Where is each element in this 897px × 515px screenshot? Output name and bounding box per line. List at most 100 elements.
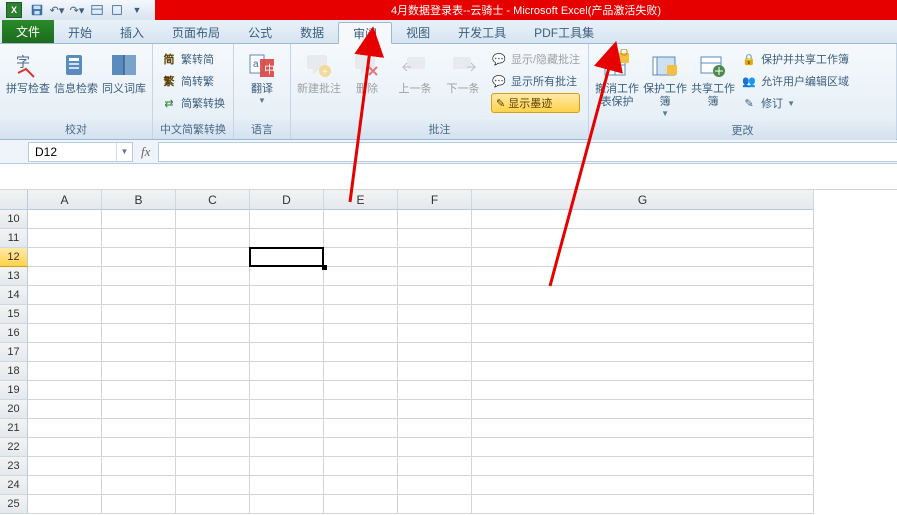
cell-F14[interactable]	[398, 286, 472, 305]
cell-A19[interactable]	[28, 381, 102, 400]
cell-A24[interactable]	[28, 476, 102, 495]
cell-E19[interactable]	[324, 381, 398, 400]
cell-C11[interactable]	[176, 229, 250, 248]
cell-C21[interactable]	[176, 419, 250, 438]
qat-extra-1[interactable]	[88, 1, 106, 19]
qat-customize[interactable]: ▼	[128, 1, 146, 19]
cells-area[interactable]	[28, 210, 897, 514]
tab-formulas[interactable]: 公式	[234, 21, 286, 43]
cell-E15[interactable]	[324, 305, 398, 324]
qat-extra-2[interactable]	[108, 1, 126, 19]
cell-A25[interactable]	[28, 495, 102, 514]
cell-B10[interactable]	[102, 210, 176, 229]
cell-G24[interactable]	[472, 476, 814, 495]
cell-C19[interactable]	[176, 381, 250, 400]
cell-B17[interactable]	[102, 343, 176, 362]
cell-D16[interactable]	[250, 324, 324, 343]
column-header-G[interactable]: G	[472, 190, 814, 210]
column-header-B[interactable]: B	[102, 190, 176, 210]
spelling-button[interactable]: 字 拼写检查	[4, 47, 52, 96]
new-comment-button[interactable]: + 新建批注	[295, 47, 343, 96]
row-header-10[interactable]: 10	[0, 210, 28, 229]
cell-F18[interactable]	[398, 362, 472, 381]
cell-E12[interactable]	[324, 248, 398, 267]
tab-review[interactable]: 审阅	[338, 22, 392, 44]
cell-G22[interactable]	[472, 438, 814, 457]
cell-G17[interactable]	[472, 343, 814, 362]
convert-button[interactable]: ⇄ 简繁转换	[161, 93, 225, 113]
cell-D23[interactable]	[250, 457, 324, 476]
tab-insert[interactable]: 插入	[106, 21, 158, 43]
cell-F20[interactable]	[398, 400, 472, 419]
cell-E18[interactable]	[324, 362, 398, 381]
cell-A22[interactable]	[28, 438, 102, 457]
cell-F21[interactable]	[398, 419, 472, 438]
cell-A18[interactable]	[28, 362, 102, 381]
cell-B20[interactable]	[102, 400, 176, 419]
cell-B24[interactable]	[102, 476, 176, 495]
cell-G19[interactable]	[472, 381, 814, 400]
row-header-22[interactable]: 22	[0, 438, 28, 457]
protect-workbook-button[interactable]: 保护工作簿 ▼	[641, 47, 689, 118]
tab-page-layout[interactable]: 页面布局	[158, 21, 234, 43]
column-header-E[interactable]: E	[324, 190, 398, 210]
cell-G15[interactable]	[472, 305, 814, 324]
thesaurus-button[interactable]: 同义词库	[100, 47, 148, 96]
cell-E14[interactable]	[324, 286, 398, 305]
cell-D10[interactable]	[250, 210, 324, 229]
name-box-dropdown[interactable]: ▼	[116, 143, 132, 161]
cell-F22[interactable]	[398, 438, 472, 457]
cell-G12[interactable]	[472, 248, 814, 267]
allow-edit-ranges-button[interactable]: 👥 允许用户编辑区域	[741, 71, 849, 91]
row-header-23[interactable]: 23	[0, 457, 28, 476]
redo-button[interactable]: ↷▾	[68, 1, 86, 19]
show-hide-comment-button[interactable]: 💬 显示/隐藏批注	[491, 49, 580, 69]
tab-file[interactable]: 文件	[2, 19, 54, 43]
show-all-comments-button[interactable]: 💬 显示所有批注	[491, 71, 580, 91]
row-header-13[interactable]: 13	[0, 267, 28, 286]
row-header-15[interactable]: 15	[0, 305, 28, 324]
cell-F23[interactable]	[398, 457, 472, 476]
cell-D18[interactable]	[250, 362, 324, 381]
share-workbook-button[interactable]: 共享工作簿	[689, 47, 737, 109]
cell-D15[interactable]	[250, 305, 324, 324]
fx-icon[interactable]: fx	[141, 144, 150, 160]
cell-B21[interactable]	[102, 419, 176, 438]
row-header-21[interactable]: 21	[0, 419, 28, 438]
cell-B25[interactable]	[102, 495, 176, 514]
cell-C13[interactable]	[176, 267, 250, 286]
save-button[interactable]	[28, 1, 46, 19]
row-header-12[interactable]: 12	[0, 248, 28, 267]
translate-button[interactable]: a中 翻译 ▼	[238, 47, 286, 105]
tab-pdf[interactable]: PDF工具集	[520, 21, 608, 43]
cell-F16[interactable]	[398, 324, 472, 343]
cell-B12[interactable]	[102, 248, 176, 267]
cell-F15[interactable]	[398, 305, 472, 324]
cell-D13[interactable]	[250, 267, 324, 286]
cell-G23[interactable]	[472, 457, 814, 476]
row-header-24[interactable]: 24	[0, 476, 28, 495]
column-header-F[interactable]: F	[398, 190, 472, 210]
cell-C10[interactable]	[176, 210, 250, 229]
cell-C15[interactable]	[176, 305, 250, 324]
cell-F24[interactable]	[398, 476, 472, 495]
cell-G13[interactable]	[472, 267, 814, 286]
cell-G11[interactable]	[472, 229, 814, 248]
cell-G18[interactable]	[472, 362, 814, 381]
cell-B15[interactable]	[102, 305, 176, 324]
cell-B18[interactable]	[102, 362, 176, 381]
cell-E13[interactable]	[324, 267, 398, 286]
research-button[interactable]: 信息检索	[52, 47, 100, 96]
tab-developer[interactable]: 开发工具	[444, 21, 520, 43]
cell-A20[interactable]	[28, 400, 102, 419]
cell-C17[interactable]	[176, 343, 250, 362]
cell-E10[interactable]	[324, 210, 398, 229]
excel-app-icon[interactable]: X	[6, 2, 22, 18]
cell-D17[interactable]	[250, 343, 324, 362]
cell-D24[interactable]	[250, 476, 324, 495]
cell-F25[interactable]	[398, 495, 472, 514]
show-ink-button[interactable]: ✎ 显示墨迹	[491, 93, 580, 113]
row-header-20[interactable]: 20	[0, 400, 28, 419]
cell-A11[interactable]	[28, 229, 102, 248]
cell-B22[interactable]	[102, 438, 176, 457]
